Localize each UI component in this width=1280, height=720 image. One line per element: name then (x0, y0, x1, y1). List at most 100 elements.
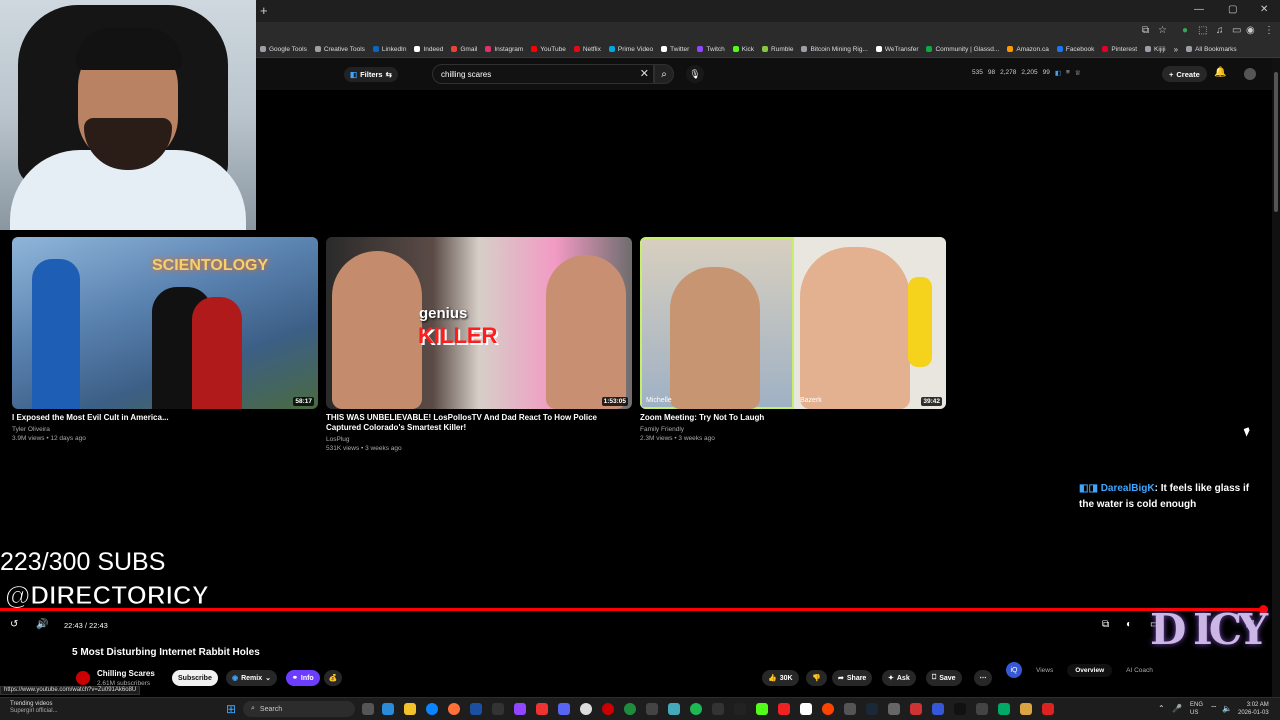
bookmark-item[interactable]: Amazon.ca (1007, 46, 1049, 53)
tab-ai-coach[interactable]: AI Coach (1118, 664, 1161, 677)
bookmark-item[interactable]: WeTransfer (875, 46, 918, 53)
dislike-button[interactable]: 👎 (806, 670, 827, 686)
tray-chevron-icon[interactable]: ⌃ (1158, 704, 1165, 713)
app-icon[interactable] (1020, 703, 1032, 715)
app-icon[interactable] (624, 703, 636, 715)
media-icon[interactable]: ♫ (1216, 25, 1224, 36)
vidiq-icon[interactable]: iQ (1006, 662, 1022, 678)
video-thumbnail-1[interactable]: SCIENTOLOGY 58:17 (12, 237, 318, 409)
bookmark-item[interactable]: Twitch (697, 46, 725, 53)
save-button[interactable]: ⎕ Save (926, 670, 962, 686)
extension-icon[interactable]: ⧉ (1102, 619, 1109, 630)
video-channel-link[interactable]: Tyler Oliveira (12, 426, 50, 433)
scrollbar-thumb[interactable] (1274, 72, 1278, 212)
remix-button[interactable]: ◉ Remix ⌄ (226, 670, 277, 686)
tab-views[interactable]: Views (1028, 664, 1061, 677)
new-tab-button[interactable]: + (260, 3, 268, 18)
chrome-icon[interactable] (580, 703, 592, 715)
channel-name-link[interactable]: Chilling Scares (97, 669, 155, 678)
replay-icon[interactable]: ↺ (10, 619, 18, 630)
app-icon[interactable] (470, 703, 482, 715)
file-explorer-icon[interactable] (404, 703, 416, 715)
steam-icon[interactable] (866, 703, 878, 715)
app-icon[interactable] (492, 703, 504, 715)
bookmark-item[interactable]: LinkedIn (372, 46, 406, 53)
money-bag-button[interactable]: 💰 (324, 670, 342, 686)
app-icon[interactable] (536, 703, 548, 715)
trophy-icon[interactable]: ♕ (1075, 69, 1081, 77)
bookmark-item[interactable]: Google Tools (260, 46, 307, 53)
more-actions-button[interactable]: ⋯ (974, 670, 992, 686)
volume-icon[interactable]: 🔊 (36, 619, 48, 630)
voice-search-button[interactable]: 🎙 (686, 65, 704, 83)
trending-widget[interactable]: Trending videos Supergirl official... (10, 701, 58, 715)
app-icon[interactable] (778, 703, 790, 715)
system-clock[interactable]: 3:02 AM 2026-01-03 (1238, 701, 1269, 717)
bookmark-item[interactable]: Kijiji (1145, 46, 1166, 53)
copilot-icon[interactable] (382, 703, 394, 715)
extension-icon[interactable]: ◧ (1055, 69, 1061, 77)
taskbar-search[interactable]: ⌕ Search (243, 701, 355, 717)
close-window-icon[interactable]: ✕ (1260, 4, 1268, 15)
discord-icon[interactable] (558, 703, 570, 715)
menu-dots-icon[interactable]: ⋮ (1264, 25, 1274, 36)
like-button[interactable]: 👍 30K (762, 670, 799, 686)
video-title-link[interactable]: Zoom Meeting: Try Not To Laugh (640, 413, 946, 423)
app-icon[interactable] (800, 703, 812, 715)
bookmark-item[interactable]: Facebook (1056, 46, 1094, 53)
speaker-icon[interactable]: 🔈 (1222, 704, 1232, 713)
language-indicator[interactable]: ENG US (1190, 701, 1203, 717)
firefox-icon[interactable] (448, 703, 460, 715)
app-icon[interactable] (998, 703, 1010, 715)
bookmark-item[interactable]: Community | Glassd... (926, 46, 999, 53)
wifi-icon[interactable]: ⌔ (1210, 704, 1218, 714)
bookmark-item[interactable]: Prime Video (608, 46, 653, 53)
capcut-icon[interactable] (734, 703, 746, 715)
app-icon[interactable] (932, 703, 944, 715)
tab-overview[interactable]: Overview (1067, 663, 1113, 677)
windows-start-icon[interactable]: ⊞ (226, 702, 236, 716)
app-icon[interactable] (668, 703, 680, 715)
video-channel-link[interactable]: LosPlug (326, 436, 350, 443)
video-title-link[interactable]: I Exposed the Most Evil Cult in America.… (12, 413, 318, 423)
app-icon[interactable] (844, 703, 856, 715)
app-icon[interactable] (910, 703, 922, 715)
bookmarks-overflow-icon[interactable]: » (1174, 45, 1178, 54)
clear-search-icon[interactable]: ✕ (640, 67, 649, 80)
progress-bar[interactable] (0, 608, 1263, 611)
app-icon[interactable] (712, 703, 724, 715)
cast-icon[interactable]: ⧉ (1142, 25, 1149, 36)
minimize-icon[interactable]: — (1194, 4, 1204, 15)
bookmark-item[interactable]: Bitcoin Mining Rig... (801, 46, 868, 53)
create-button[interactable]: + Create (1162, 66, 1207, 82)
app-icon[interactable] (1042, 703, 1054, 715)
app-icon[interactable] (976, 703, 988, 715)
app-icon[interactable] (646, 703, 658, 715)
subscribe-button[interactable]: Subscribe (172, 670, 218, 686)
spotify-icon[interactable] (690, 703, 702, 715)
x-icon[interactable] (954, 703, 966, 715)
twitch-icon[interactable] (514, 703, 526, 715)
info-button[interactable]: ⚭ Info (286, 670, 320, 686)
bookmark-item[interactable]: Kick (732, 46, 754, 53)
kick-icon[interactable] (756, 703, 768, 715)
bookmark-item[interactable]: Pinterest (1102, 46, 1137, 53)
video-title-link[interactable]: THIS WAS UNBELIEVABLE! LosPollosTV And D… (326, 413, 632, 433)
extension-icon[interactable]: ● (1182, 25, 1188, 36)
account-avatar[interactable] (1244, 68, 1256, 80)
ask-button[interactable]: ✦ Ask (882, 670, 916, 686)
app-icon[interactable] (822, 703, 834, 715)
bookmark-item[interactable]: Indeed (414, 46, 443, 53)
edge-icon[interactable] (426, 703, 438, 715)
opera-icon[interactable] (602, 703, 614, 715)
filters-button[interactable]: ◧ Filters ⇆ (344, 67, 398, 82)
notifications-bell-icon[interactable]: 🔔 (1214, 67, 1226, 78)
bookmark-star-icon[interactable]: ☆ (1158, 25, 1167, 36)
bookmark-item[interactable]: Instagram (485, 46, 523, 53)
all-bookmarks-button[interactable]: All Bookmarks (1186, 46, 1237, 53)
search-input[interactable] (441, 68, 631, 81)
video-thumbnail-3[interactable]: Michelle Bazerk 39:42 (640, 237, 946, 409)
share-button[interactable]: ➦ Share (832, 670, 873, 686)
video-channel-link[interactable]: Family Friendly (640, 426, 684, 433)
video-thumbnail-2[interactable]: genius KILLER 1:53:05 (326, 237, 632, 409)
